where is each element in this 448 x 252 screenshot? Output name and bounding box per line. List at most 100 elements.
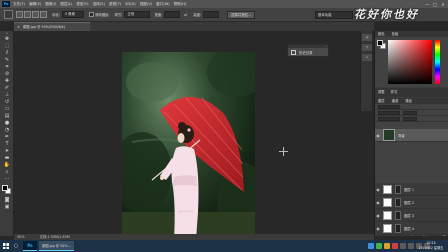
quick-mask-icon[interactable]: ◙ xyxy=(0,197,14,204)
path-select-tool-icon[interactable]: ➤ xyxy=(0,148,14,155)
taskbar-photoshop-button[interactable]: Ps xyxy=(23,241,37,251)
tab-channels[interactable]: 通道 xyxy=(392,99,399,103)
layer-name[interactable]: 图层 2 xyxy=(404,200,414,205)
tab-styles[interactable]: 样式 xyxy=(391,90,398,94)
close-button[interactable]: ✕ xyxy=(440,2,446,7)
document-tab[interactable]: × 原图.jpg @ 50%(RGB/8#) xyxy=(14,22,90,31)
healing-brush-tool-icon[interactable]: ✚ xyxy=(0,78,14,85)
blur-tool-icon[interactable]: ● xyxy=(0,120,14,127)
close-tab-icon[interactable]: × xyxy=(17,25,20,29)
history-brush-tool-icon[interactable]: ↺ xyxy=(0,99,14,106)
volume-icon[interactable] xyxy=(408,243,414,249)
layer-filter-select[interactable] xyxy=(378,104,400,109)
layer-row[interactable]: ◉ 图层 3 xyxy=(375,209,448,222)
tool-preset-picker[interactable] xyxy=(4,10,13,19)
width-input[interactable] xyxy=(164,11,181,18)
color-panel-swatches[interactable] xyxy=(377,40,387,50)
zoom-tool-icon[interactable]: ⌕ xyxy=(0,169,14,176)
dodge-tool-icon[interactable]: ◔ xyxy=(0,127,14,134)
swap-icon[interactable]: ⇄ xyxy=(184,13,187,17)
tab-adjustments[interactable]: 调整 xyxy=(378,90,385,94)
style-select[interactable]: 正常 xyxy=(124,11,151,18)
hue-slider[interactable] xyxy=(435,40,440,84)
tray-app-icon[interactable] xyxy=(368,243,374,249)
menu-edit[interactable]: 编辑(E) xyxy=(29,2,41,7)
type-tool-icon[interactable]: T xyxy=(0,141,14,148)
panel-strip-icon[interactable]: A xyxy=(362,54,372,61)
tab-color[interactable]: 颜色 xyxy=(378,32,385,36)
lock-options[interactable] xyxy=(378,116,400,121)
menu-file[interactable]: 文件(F) xyxy=(13,2,25,7)
menu-view[interactable]: 视图(V) xyxy=(140,2,152,7)
more-tools-icon[interactable]: ⋯ xyxy=(0,176,14,183)
tab-swatches[interactable]: 色板 xyxy=(392,32,399,36)
select-and-mask-button[interactable]: 选择并遮住... xyxy=(227,10,256,19)
workspace-select[interactable]: 基本功能 xyxy=(315,11,353,19)
height-input[interactable] xyxy=(203,11,220,18)
minimize-button[interactable]: — xyxy=(424,2,430,7)
layer-row[interactable]: ◉ 背景 xyxy=(375,129,448,142)
layer-name[interactable]: 背景 xyxy=(398,133,405,138)
layer-row[interactable]: ◉ 图层 4 xyxy=(375,222,448,235)
menu-window[interactable]: 窗口(W) xyxy=(156,2,170,7)
search-icon[interactable]: ○ xyxy=(11,240,21,252)
opacity-input[interactable] xyxy=(403,110,417,115)
layer-name[interactable]: 图层 4 xyxy=(404,226,414,231)
gradient-tool-icon[interactable]: ▤ xyxy=(0,113,14,120)
visibility-eye-icon[interactable]: ◉ xyxy=(375,133,381,138)
fill-input[interactable] xyxy=(403,116,417,121)
quick-select-tool-icon[interactable]: ✎ xyxy=(0,57,14,64)
move-tool-icon[interactable]: ✥ xyxy=(0,36,14,43)
layer-row[interactable]: ◉ 图层 2 xyxy=(375,196,448,209)
visibility-eye-icon[interactable]: ◉ xyxy=(375,226,381,231)
marquee-tool-icon[interactable]: ⬚ xyxy=(0,43,14,50)
feather-input[interactable]: 0 像素 xyxy=(61,11,84,18)
document-image[interactable] xyxy=(122,52,255,242)
clone-stamp-tool-icon[interactable]: ⊥ xyxy=(0,92,14,99)
visibility-eye-icon[interactable]: ◉ xyxy=(375,213,381,218)
pen-tool-icon[interactable]: ✒ xyxy=(0,134,14,141)
new-selection-mode[interactable] xyxy=(16,11,23,18)
menu-image[interactable]: 图像(I) xyxy=(45,2,56,7)
subtract-selection-mode[interactable] xyxy=(32,11,39,18)
menu-layer[interactable]: 图层(L) xyxy=(60,2,72,7)
taskbar-document-button[interactable]: 原图.jpg @ 50%... xyxy=(39,241,74,251)
color-swatches[interactable] xyxy=(0,183,14,197)
menu-filter[interactable]: 滤镜(T) xyxy=(109,2,121,7)
panel-strip-icon[interactable]: ▤ xyxy=(362,34,372,41)
tray-app-icon[interactable] xyxy=(376,243,382,249)
tab-paths[interactable]: 路径 xyxy=(405,99,412,103)
tab-layers[interactable]: 图层 xyxy=(378,99,385,103)
taskbar-clock[interactable]: 10:24 2019/8/2 星期五 xyxy=(416,241,446,251)
layer-row[interactable]: ◉ 图层 1 xyxy=(375,183,448,196)
tray-app-icon[interactable] xyxy=(392,243,398,249)
crop-tool-icon[interactable]: ⌗ xyxy=(0,64,14,71)
canvas-area[interactable] xyxy=(14,31,374,242)
menu-help[interactable]: 帮助(H) xyxy=(174,2,187,7)
tray-app-icon[interactable] xyxy=(384,243,390,249)
blend-mode-select[interactable] xyxy=(378,110,400,115)
history-panel-dock[interactable]: « 历史记录 xyxy=(287,44,329,57)
visibility-eye-icon[interactable]: ◉ xyxy=(375,187,381,192)
menu-3d[interactable]: 3D(D) xyxy=(125,2,136,6)
network-icon[interactable] xyxy=(400,243,406,249)
intersect-selection-mode[interactable] xyxy=(40,11,47,18)
visibility-eye-icon[interactable]: ◉ xyxy=(375,200,381,205)
foreground-color[interactable] xyxy=(377,40,383,46)
menu-select[interactable]: 选择(S) xyxy=(93,2,105,7)
hand-tool-icon[interactable]: ✋ xyxy=(0,162,14,169)
menu-type[interactable]: 类型(Y) xyxy=(76,2,88,7)
lasso-tool-icon[interactable]: ℓ xyxy=(0,50,14,57)
add-selection-mode[interactable] xyxy=(24,11,31,18)
brush-tool-icon[interactable]: ✐ xyxy=(0,85,14,92)
start-button[interactable] xyxy=(0,240,11,252)
eyedropper-tool-icon[interactable]: ⊘ xyxy=(0,71,14,78)
zoom-level[interactable]: 50% xyxy=(17,235,25,239)
antialias-checkbox[interactable] xyxy=(88,12,94,17)
eraser-tool-icon[interactable]: ▭ xyxy=(0,106,14,113)
panel-strip-icon[interactable]: ¶ xyxy=(362,44,372,51)
layer-name[interactable]: 图层 1 xyxy=(404,187,414,192)
foreground-color[interactable] xyxy=(2,185,8,191)
maximize-button[interactable]: □ xyxy=(432,2,438,7)
shape-tool-icon[interactable]: ▬ xyxy=(0,155,14,162)
